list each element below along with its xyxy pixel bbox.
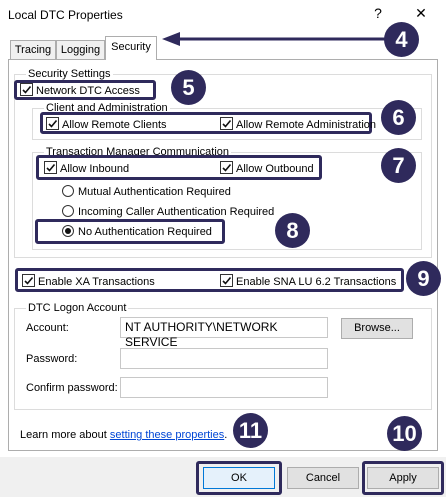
allow-remote-clients-checkbox[interactable]: Allow Remote Clients bbox=[46, 117, 167, 132]
checkbox-check-icon bbox=[220, 117, 233, 130]
learn-more-link[interactable]: setting these properties bbox=[110, 429, 224, 441]
allow-inbound-checkbox[interactable]: Allow Inbound bbox=[44, 161, 129, 176]
enable-sna-label: Enable SNA LU 6.2 Transactions bbox=[236, 276, 397, 288]
learn-more-text: Learn more about setting these propertie… bbox=[20, 428, 227, 442]
checkbox-check-icon bbox=[220, 161, 233, 174]
tab-logging[interactable]: Logging bbox=[56, 40, 105, 59]
radio-no-auth-label: No Authentication Required bbox=[78, 226, 212, 238]
radio-icon bbox=[62, 185, 74, 197]
allow-remote-clients-label: Allow Remote Clients bbox=[62, 119, 167, 131]
annotation-badge-4: 4 bbox=[384, 22, 419, 57]
annotation-badge-11: 11 bbox=[233, 413, 268, 448]
allow-inbound-label: Allow Inbound bbox=[60, 163, 130, 175]
enable-sna-checkbox[interactable]: Enable SNA LU 6.2 Transactions bbox=[220, 274, 396, 289]
annotation-badge-8: 8 bbox=[275, 213, 310, 248]
allow-remote-admin-checkbox[interactable]: Allow Remote Administration bbox=[220, 117, 376, 132]
browse-button[interactable]: Browse... bbox=[341, 318, 413, 339]
confirm-password-label: Confirm password: bbox=[26, 382, 118, 394]
network-dtc-access-label: Network DTC Access bbox=[36, 85, 140, 97]
tab-tracing[interactable]: Tracing bbox=[10, 40, 56, 59]
enable-xa-label: Enable XA Transactions bbox=[38, 276, 155, 288]
tab-security[interactable]: Security bbox=[105, 36, 157, 60]
annotation-badge-10: 10 bbox=[387, 416, 422, 451]
radio-icon bbox=[62, 205, 74, 217]
password-label: Password: bbox=[26, 353, 78, 365]
radio-mutual-auth-label: Mutual Authentication Required bbox=[78, 186, 231, 198]
annotation-badge-9: 9 bbox=[406, 261, 441, 296]
allow-outbound-checkbox[interactable]: Allow Outbound bbox=[220, 161, 314, 176]
account-input[interactable]: NT AUTHORITY\NETWORK SERVICE bbox=[120, 317, 328, 349]
allow-remote-admin-label: Allow Remote Administration bbox=[236, 119, 377, 131]
password-input[interactable] bbox=[120, 348, 328, 369]
annotation-badge-5: 5 bbox=[171, 70, 206, 105]
annotation-badge-7: 7 bbox=[381, 148, 416, 183]
window-title: Local DTC Properties bbox=[8, 8, 123, 22]
help-button[interactable]: ? bbox=[368, 5, 388, 21]
apply-button[interactable]: Apply bbox=[367, 467, 439, 489]
annotation-badge-6: 6 bbox=[381, 100, 416, 135]
logon-account-legend: DTC Logon Account bbox=[26, 302, 129, 314]
close-button[interactable]: ✕ bbox=[411, 5, 431, 22]
checkbox-check-icon bbox=[20, 83, 33, 96]
ok-button[interactable]: OK bbox=[203, 467, 275, 489]
checkbox-check-icon bbox=[220, 274, 233, 287]
checkbox-check-icon bbox=[46, 117, 59, 130]
radio-no-auth[interactable]: No Authentication Required bbox=[62, 225, 212, 239]
radio-selected-icon bbox=[62, 225, 74, 237]
learn-more-suffix: . bbox=[224, 429, 228, 441]
network-dtc-access-checkbox[interactable]: Network DTC Access bbox=[20, 83, 140, 98]
confirm-password-input[interactable] bbox=[120, 377, 328, 398]
enable-xa-checkbox[interactable]: Enable XA Transactions bbox=[22, 274, 155, 289]
allow-outbound-label: Allow Outbound bbox=[236, 163, 314, 175]
checkbox-check-icon bbox=[44, 161, 57, 174]
radio-incoming-caller-auth[interactable]: Incoming Caller Authentication Required bbox=[62, 205, 274, 219]
radio-incoming-caller-auth-label: Incoming Caller Authentication Required bbox=[78, 206, 275, 218]
radio-mutual-auth[interactable]: Mutual Authentication Required bbox=[62, 185, 231, 199]
security-settings-legend: Security Settings bbox=[26, 68, 113, 80]
cancel-button[interactable]: Cancel bbox=[287, 467, 359, 489]
checkbox-check-icon bbox=[22, 274, 35, 287]
account-label: Account: bbox=[26, 322, 69, 334]
learn-more-prefix: Learn more about bbox=[20, 429, 110, 441]
arrow-annotation bbox=[162, 32, 388, 46]
